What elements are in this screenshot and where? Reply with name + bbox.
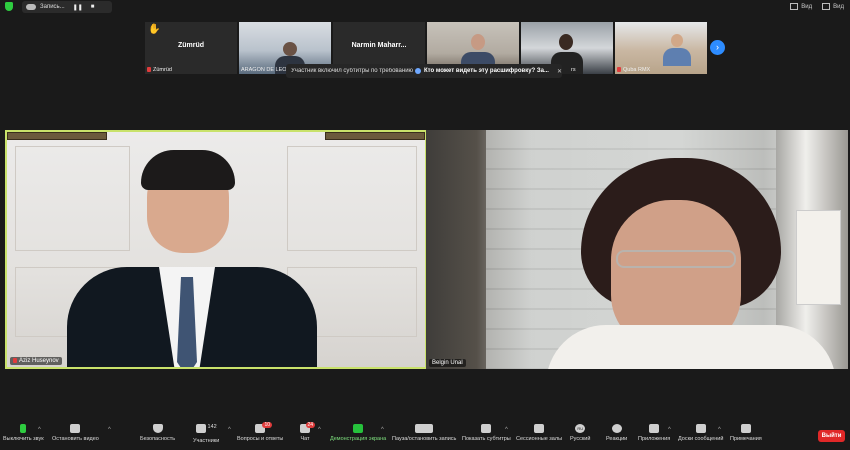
stop-recording-icon[interactable]: ■ [91,4,95,10]
caption-notification-bar: Участник включил субтитры по требованию … [286,64,562,78]
apps-options-caret[interactable]: ^ [668,427,671,433]
participants-button[interactable]: 142 Участники [193,424,219,444]
mic-icon [20,424,27,433]
captions-options-caret[interactable]: ^ [505,427,508,433]
pause-recording-icon[interactable]: ❚❚ [73,4,83,11]
participant-video [671,34,683,47]
chat-options-caret[interactable]: ^ [318,427,321,433]
share-options-caret[interactable]: ^ [381,427,384,433]
security-shield-icon[interactable] [5,2,13,11]
chat-button[interactable]: 24 Чат [300,422,316,442]
video-options-caret[interactable]: ^ [108,427,111,433]
participant-video [283,42,297,56]
muted-mic-icon [147,67,151,73]
transcript-visibility-link[interactable]: Кто может видеть эту расшифровку? За... [415,68,549,74]
whiteboards-button[interactable]: Доски сообщений [678,424,723,442]
whiteboard-icon [695,424,706,433]
reactions-icon [611,424,622,433]
thumbnail-label: rs [571,67,576,73]
view-button-2[interactable]: Вид [822,3,844,10]
chat-badge: 24 [305,422,316,428]
notes-button[interactable]: Примечания [730,424,762,442]
thumbnail-tile[interactable]: Quba RMX [615,22,707,74]
share-screen-button[interactable]: Демонстрация экрана [330,424,386,442]
apps-icon [649,424,660,433]
shield-icon [152,424,163,433]
interpretation-icon: RU [575,424,586,433]
video-name-label: Belgin Unal [432,360,463,366]
main-video-participant[interactable]: Belgin Unal [426,130,848,369]
notes-icon [740,424,751,433]
video-camera-icon [70,424,81,433]
muted-mic-icon [617,67,621,73]
thumbnail-center-name: Zümrüd [177,42,205,49]
qa-button[interactable]: 10 Вопросы и ответы [237,422,283,442]
share-screen-icon [353,424,364,433]
person-icon [415,68,421,74]
zoom-meeting-window: Запись... ❚❚ ■ Вид Вид ✋ Zümrüd Zümrüd A… [0,0,850,450]
view-controls: Вид Вид [790,3,844,10]
breakout-rooms-button[interactable]: Сессионные залы [516,424,562,442]
mic-options-caret[interactable]: ^ [38,427,41,433]
participants-options-caret[interactable]: ^ [228,427,231,433]
security-button[interactable]: Безопасность [140,424,175,442]
top-bar: Запись... ❚❚ ■ Вид Вид [0,0,850,14]
thumbnail-label: ARAGON DE LEO [241,67,287,73]
main-video-active-speaker[interactable]: Aziz Huseynov [5,130,427,369]
cc-icon [481,424,492,433]
meeting-toolbar: Выключить звук ^ Остановить видео ^ Безо… [0,420,850,450]
video-name-label: Aziz Huseynov [19,358,59,364]
breakout-rooms-icon [534,424,545,433]
thumbnail-label: Zümrüd [153,67,172,73]
thumbnail-center-name: Narmin Maharr... [351,42,407,49]
reactions-button[interactable]: Реакции [606,424,627,442]
participant-video [471,34,485,50]
next-page-icon[interactable]: › [710,40,725,55]
recording-indicator: Запись... ❚❚ ■ [22,1,112,13]
muted-mic-icon [13,357,17,363]
record-pause-icon [415,424,434,433]
pause-stop-recording-button[interactable]: Пауза/остановить запись [392,424,456,442]
cloud-recording-icon [26,4,36,10]
thumbnail-tile[interactable]: ✋ Zümrüd Zümrüd [145,22,237,74]
raised-hand-icon: ✋ [148,24,161,35]
participants-count: 142 [207,424,217,430]
leave-button[interactable]: Выйти [818,430,845,442]
participant-video [559,34,573,50]
caption-status-text: Участник включил субтитры по требованию [291,68,414,74]
participants-icon [195,424,206,433]
stop-video-button[interactable]: Остановить видео [52,424,99,442]
recording-label: Запись... [40,4,65,10]
apps-button[interactable]: Приложения [638,424,670,442]
thumbnail-label: Quba RMX [623,67,651,73]
interpretation-button[interactable]: RU Русский [570,424,590,442]
show-captions-button[interactable]: Показать субтитры [462,424,511,442]
close-icon[interactable]: ✕ [557,68,562,75]
qa-badge: 10 [262,422,273,428]
whiteboard-options-caret[interactable]: ^ [718,427,721,433]
view-button-1[interactable]: Вид [790,3,812,10]
